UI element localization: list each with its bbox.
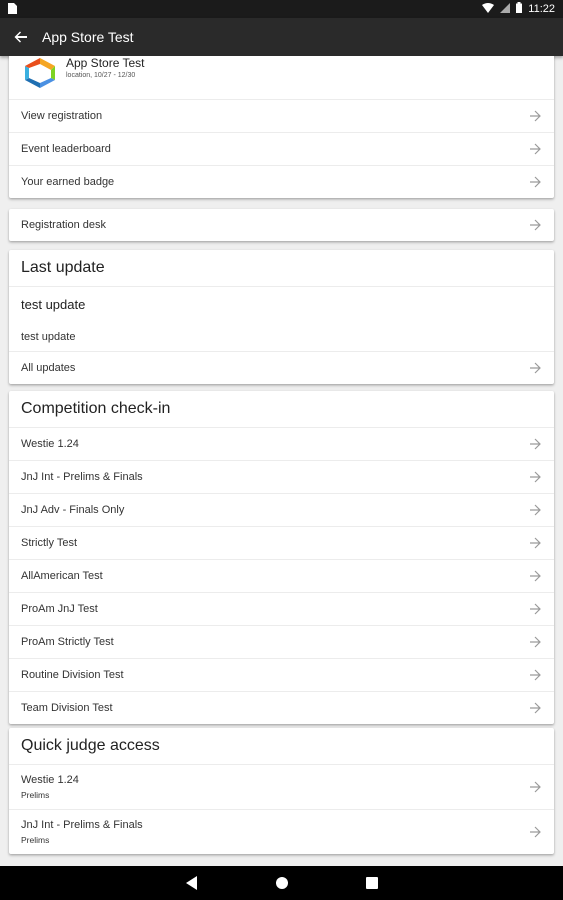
all-updates-link[interactable]: All updates [9,351,554,384]
row-label: Your earned badge [21,176,115,188]
event-card: App Store Test location, 10/27 - 12/30 V… [9,56,554,198]
competition-item[interactable]: Westie 1.24 [9,427,554,460]
row-label: Westie 1.24 [21,438,79,450]
arrow-right-icon [529,471,541,483]
event-subtitle: location, 10/27 - 12/30 [66,72,136,79]
competition-item[interactable]: Routine Division Test [9,658,554,691]
row-label: Routine Division Test [21,669,124,681]
event-header: App Store Test location, 10/27 - 12/30 [9,56,554,99]
competition-item[interactable]: AllAmerican Test [9,559,554,592]
event-logo [23,56,57,90]
quick-judge-card: Quick judge access Westie 1.24 Prelims J… [9,728,554,854]
row-label: ProAm Strictly Test [21,636,114,648]
event-leaderboard-link[interactable]: Event leaderboard [9,132,554,165]
judge-item-round: Prelims [21,835,50,845]
competition-item[interactable]: JnJ Adv - Finals Only [9,493,554,526]
battery-icon [516,2,523,16]
last-update-heading: Last update [21,259,105,276]
competition-item[interactable]: ProAm JnJ Test [9,592,554,625]
arrow-right-icon [529,669,541,681]
sim-icon [8,3,17,17]
competition-checkin-heading: Competition check-in [21,400,171,417]
row-label: View registration [21,110,103,122]
signal-icon [500,2,511,16]
last-update-card: Last update test update test update All … [9,250,554,384]
update-body: test update [21,331,76,343]
navigation-bar [0,866,563,900]
competition-item[interactable]: Strictly Test [9,526,554,559]
update-title: test update [21,297,86,312]
arrow-right-icon [529,143,541,155]
status-bar: 11:22 [0,0,563,18]
registration-desk-link[interactable]: Registration desk [9,209,554,241]
arrow-right-icon [529,702,541,714]
arrow-right-icon [529,362,541,374]
update-item[interactable]: test update test update [9,286,554,351]
arrow-right-icon [529,826,541,838]
event-name: App Store Test [66,56,145,70]
row-label: Event leaderboard [21,143,111,155]
row-label: All updates [21,362,76,374]
app-bar-title: App Store Test [42,29,134,45]
main-content[interactable]: App Store Test location, 10/27 - 12/30 V… [0,56,563,866]
arrow-right-icon [529,504,541,516]
wifi-icon [482,2,495,16]
row-label: JnJ Int - Prelims & Finals [21,471,143,483]
row-label: Team Division Test [21,702,113,714]
row-label: JnJ Adv - Finals Only [21,504,125,516]
judge-item[interactable]: JnJ Int - Prelims & Finals Prelims [9,809,554,854]
nav-recents-icon[interactable] [366,876,378,894]
judge-item-name: JnJ Int - Prelims & Finals [21,819,143,831]
arrow-right-icon [529,438,541,450]
competition-item[interactable]: ProAm Strictly Test [9,625,554,658]
arrow-right-icon [529,636,541,648]
judge-item-name: Westie 1.24 [21,774,79,786]
registration-card: Registration desk [9,209,554,241]
judge-item[interactable]: Westie 1.24 Prelims [9,764,554,809]
row-label: AllAmerican Test [21,570,103,582]
competition-checkin-card: Competition check-in Westie 1.24 JnJ Int… [9,391,554,724]
arrow-right-icon [529,781,541,793]
arrow-right-icon [529,603,541,615]
app-bar: App Store Test [0,18,563,56]
clock: 11:22 [528,3,555,15]
arrow-right-icon [529,219,541,231]
arrow-right-icon [529,176,541,188]
earned-badge-link[interactable]: Your earned badge [9,165,554,198]
judge-item-round: Prelims [21,790,50,800]
arrow-right-icon [529,110,541,122]
arrow-right-icon [529,537,541,549]
nav-home-icon[interactable] [275,876,289,895]
quick-judge-heading: Quick judge access [21,737,160,754]
back-arrow-icon[interactable] [10,26,32,48]
view-registration-link[interactable]: View registration [9,99,554,132]
competition-item[interactable]: JnJ Int - Prelims & Finals [9,460,554,493]
competition-item[interactable]: Team Division Test [9,691,554,724]
row-label: Strictly Test [21,537,78,549]
row-label: Registration desk [21,219,106,231]
arrow-right-icon [529,570,541,582]
row-label: ProAm JnJ Test [21,603,98,615]
nav-back-icon[interactable] [186,876,198,895]
